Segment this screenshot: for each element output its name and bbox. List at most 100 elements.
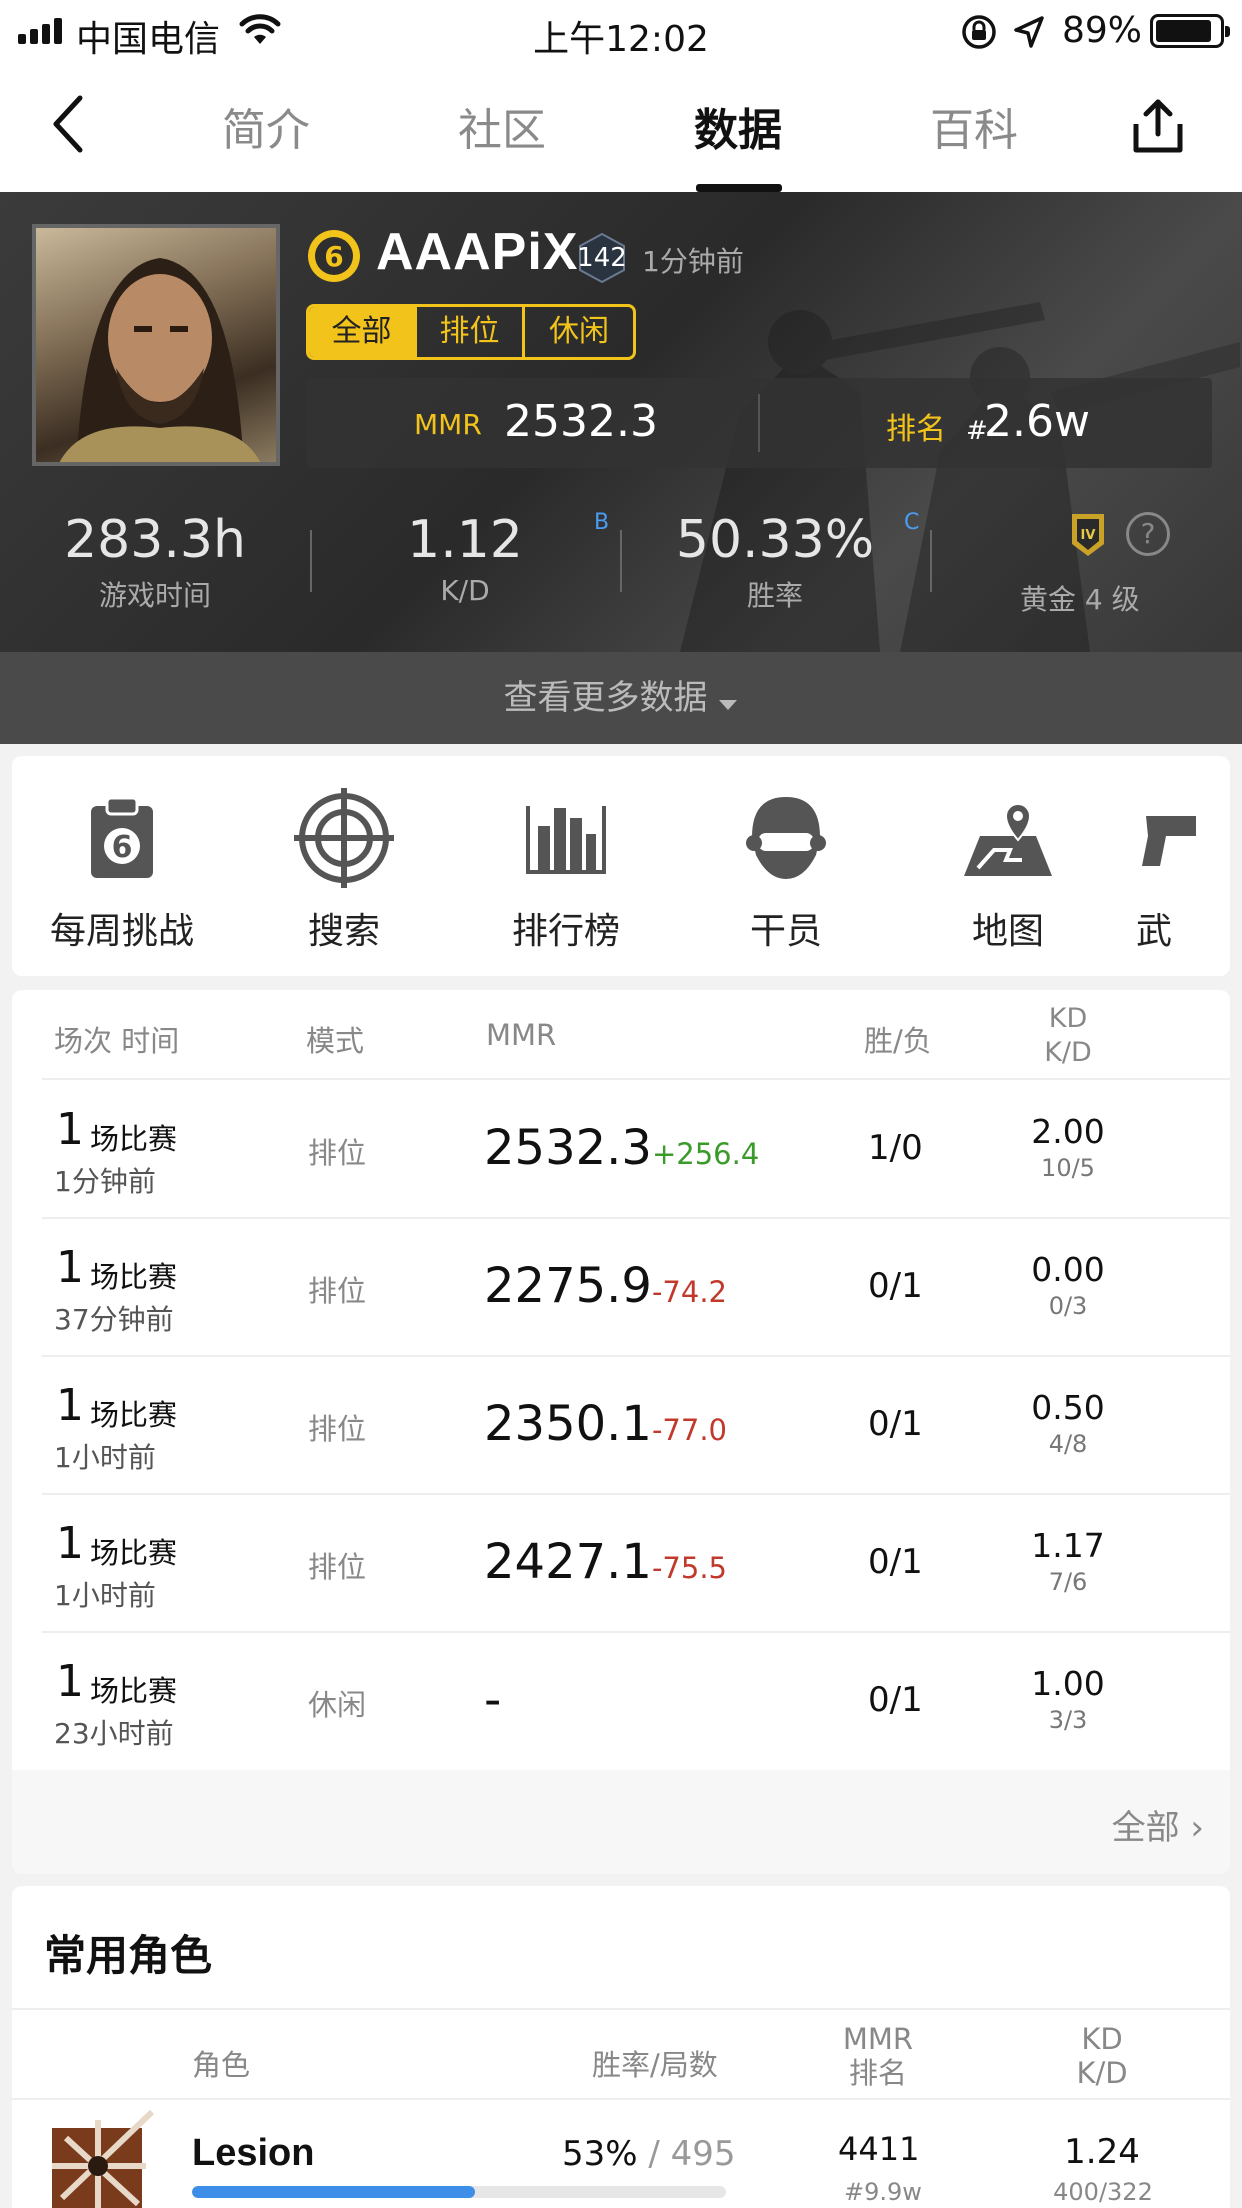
header-kd: KD K/D [1028,1002,1108,1070]
header-kd: KD K/D [1062,2022,1142,2090]
mmr-divider [758,394,760,452]
match-kd-raw: 3/3 [1048,1706,1088,1734]
match-time: 1分钟前 [54,1165,156,1198]
map-pin-icon [964,803,1052,876]
header-kd-line1: KD [1048,1003,1088,1034]
mmr-delta: -77.0 [651,1413,727,1447]
help-icon[interactable]: ? [1126,512,1170,556]
match-mode: 排位 [308,1136,367,1170]
header-kd-line2: K/D [1076,2056,1128,2090]
frequent-operators: 常用角色 角色 胜率/局数 MMR 排名 KD K/D Lesion 53% /… [12,1886,1230,2208]
match-row[interactable]: 1 场比赛 37分钟前 排位 2275.9-74.2 0/1 0.00 0/3 [12,1218,1230,1356]
stat-divider [620,530,622,592]
stat-divider [310,530,312,592]
operator-rank: #9.9w [844,2178,922,2206]
match-mode: 排位 [308,1550,367,1584]
view-all-matches[interactable]: 全部 › [12,1770,1230,1874]
clipboard-six-icon: 6 [91,796,153,878]
match-row[interactable]: 1 场比赛 1小时前 排位 2350.1-77.0 0/1 0.50 4/8 [12,1356,1230,1494]
operator-kd-raw: 400/322 [1053,2178,1153,2206]
menu-search[interactable]: 搜索 [244,786,444,954]
clock: 上午12:02 [533,19,709,60]
match-time: 1小时前 [54,1579,156,1612]
stat-value: 283.3h [64,510,246,570]
match-mmr: - [484,1672,501,1728]
match-mmr: 2275.9-74.2 [484,1258,727,1314]
header-kd-line1: KD [1081,2022,1123,2056]
match-mmr: 2532.3+256.4 [484,1120,759,1176]
view-more-button[interactable]: 查看更多数据 [0,652,1242,744]
filter-all[interactable]: 全部 [309,307,417,357]
stat-label: 胜率 [746,579,803,612]
match-count: 1 [56,1242,84,1293]
header-session: 场次 时间 [54,1024,180,1058]
match-row[interactable]: 1 场比赛 1小时前 排位 2427.1-75.5 0/1 1.17 7/6 [12,1494,1230,1632]
menu-leaderboard[interactable]: 排行榜 [466,786,666,954]
row-divider [12,2098,1230,2100]
win-rate-value: 53% [562,2134,638,2174]
menu-label: 武 [1136,911,1173,952]
player-avatar[interactable] [32,224,280,466]
match-row[interactable]: 1 场比赛 1分钟前 排位 2532.3+256.4 1/0 2.00 10/5 [12,1080,1230,1218]
stat-label: 游戏时间 [98,579,211,612]
quick-menu: 6 每周挑战 搜索 排行榜 干员 地图 武 [12,756,1230,976]
tab-data[interactable]: 数据 [658,94,818,158]
rank-name: 黄金 4 级 [1020,583,1140,616]
operator-win-rate: 53% / 495 [562,2134,736,2174]
match-kd: 1.17 [1031,1526,1105,1565]
match-kd-raw: 7/6 [1048,1568,1088,1596]
header-rate: 胜率/局数 [592,2048,718,2082]
match-kd: 1.00 [1031,1664,1105,1703]
recent-matches: 场次 时间 模式 MMR 胜/负 KD K/D 1 场比赛 1分钟前 排位 2532.3… [12,990,1230,1874]
stat-value: 50.33% [675,510,875,570]
match-row[interactable]: 1 场比赛 23小时前 休闲 - 0/1 1.00 3/3 [12,1632,1230,1770]
stat-playtime: 283.3h 游戏时间 [30,510,280,614]
match-time: 37分钟前 [54,1303,174,1336]
player-name: AAAPiX [376,223,579,281]
rainbow-six-logo-icon: 6 [308,230,360,282]
mmr-delta: +256.4 [651,1137,760,1171]
caret-down-icon [718,699,737,710]
stat-label: K/D [440,574,490,607]
match-win-loss: 0/1 [868,1542,923,1582]
mmr-rank-box: MMR 2532.3 排名 # 2.6w [306,378,1212,468]
mode-filter: 全部 排位 休闲 [306,304,636,360]
filter-casual[interactable]: 休闲 [525,307,633,357]
stat-winrate: 50.33% 胜率 C [650,510,920,614]
match-count-label: 场比赛 [90,1398,178,1432]
menu-weapons[interactable]: 武 [1136,786,1230,954]
top-nav: 简介 社区 数据 百科 [0,62,1242,192]
tab-community[interactable]: 社区 [422,94,582,158]
profile-header: 6 AAAPiX 142 1分钟前 全部 排位 休闲 MMR 2532.3 排名… [0,192,1242,744]
match-count: 1 [56,1380,84,1431]
match-kd-raw: 0/3 [1048,1292,1088,1320]
active-tab-indicator [696,184,782,192]
menu-operators[interactable]: 干员 [686,786,886,954]
rank-label: 排名 [886,412,946,447]
operator-kd: 1.24 [1064,2132,1140,2172]
match-win-loss: 0/1 [868,1266,923,1306]
menu-maps[interactable]: 地图 [908,786,1108,954]
filter-ranked[interactable]: 排位 [417,307,525,357]
match-count: 1 [56,1656,84,1707]
tab-intro[interactable]: 简介 [186,94,346,158]
share-icon[interactable] [1130,96,1186,156]
tab-wiki[interactable]: 百科 [894,94,1054,158]
match-time: 1小时前 [54,1441,156,1474]
svg-text:6: 6 [324,240,343,273]
match-win-loss: 0/1 [868,1680,923,1720]
header-mode: 模式 [306,1024,365,1058]
stat-divider [930,530,932,592]
view-all-label[interactable]: 全部 › [1112,1800,1204,1849]
menu-weekly-challenge[interactable]: 6 每周挑战 [22,786,222,954]
match-mmr: 2427.1-75.5 [484,1534,727,1590]
operator-name: Lesion [192,2132,315,2174]
match-win-loss: 0/1 [868,1404,923,1444]
mmr-label: MMR [414,408,482,441]
match-mmr: 2350.1-77.0 [484,1396,727,1452]
row-divider [12,2008,1230,2010]
back-arrow-icon[interactable] [50,94,86,154]
match-mode: 休闲 [308,1688,367,1722]
menu-label: 地图 [971,911,1044,952]
match-mode: 排位 [308,1274,367,1308]
